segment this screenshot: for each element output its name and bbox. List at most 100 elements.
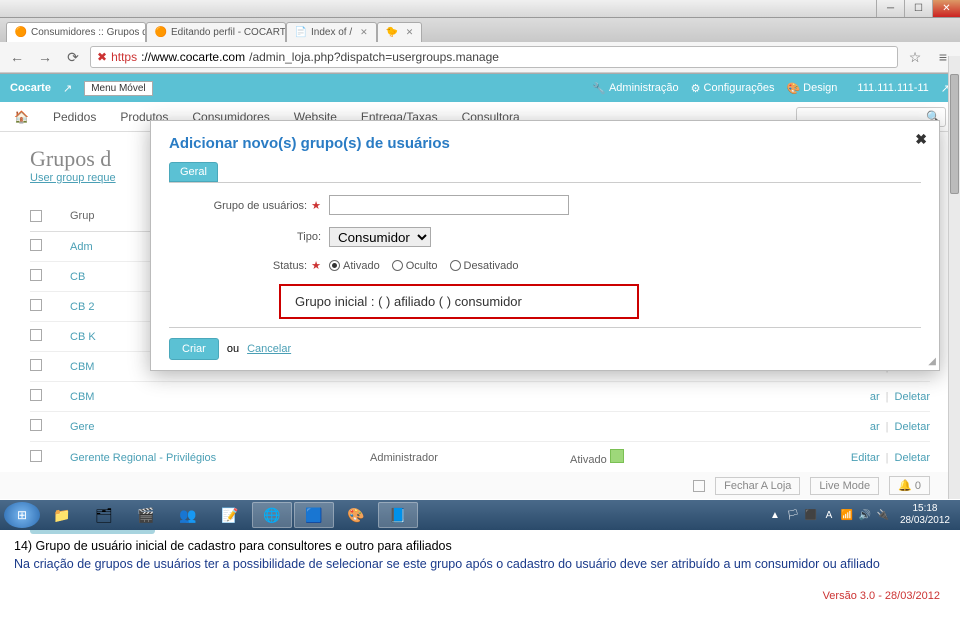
radio-icon bbox=[392, 260, 403, 271]
row-actions: Editar|Deletar bbox=[851, 452, 930, 464]
task-folder-icon[interactable]: 🗂 bbox=[84, 502, 124, 528]
notifications-button[interactable]: 🔔0 bbox=[889, 476, 930, 495]
favicon-icon: 📄 bbox=[295, 27, 307, 39]
admin-link[interactable]: 🔧Administração bbox=[592, 82, 678, 95]
delete-link[interactable]: Deletar bbox=[895, 391, 930, 403]
task-note-icon[interactable]: 📝 bbox=[210, 502, 250, 528]
row-checkbox[interactable] bbox=[30, 419, 42, 431]
favicon-icon: 🟠 bbox=[15, 27, 27, 39]
or-text: ou bbox=[227, 343, 239, 355]
maximize-button[interactable]: ☐ bbox=[904, 0, 932, 17]
task-media-icon[interactable]: 🎬 bbox=[126, 502, 166, 528]
gear-icon: ⚙ bbox=[691, 82, 701, 95]
menu-movel-button[interactable]: Menu Móvel bbox=[84, 81, 152, 96]
tray-up-icon[interactable]: ▲ bbox=[768, 508, 782, 522]
live-mode-button[interactable]: Live Mode bbox=[810, 477, 879, 495]
task-word-icon[interactable]: 📘 bbox=[378, 502, 418, 528]
home-icon[interactable]: 🏠 bbox=[14, 110, 29, 124]
tray-power-icon[interactable]: 🔌 bbox=[876, 508, 890, 522]
ssl-indicator-icon: ✖ bbox=[97, 50, 107, 64]
design-link[interactable]: 🎨Design bbox=[786, 82, 837, 95]
reload-button[interactable]: ⟳ bbox=[62, 46, 84, 68]
edit-link[interactable]: Editar bbox=[851, 452, 880, 464]
row-group-link[interactable]: Gerente Regional - Privilégios bbox=[70, 452, 216, 464]
address-bar[interactable]: ✖ https://www.cocarte.com/admin_loja.php… bbox=[90, 46, 898, 68]
external-link-icon[interactable]: ↗ bbox=[63, 82, 72, 95]
start-button[interactable]: ⊞ bbox=[4, 502, 40, 528]
row-checkbox[interactable] bbox=[30, 450, 42, 462]
status-badge[interactable] bbox=[610, 449, 624, 463]
radio-desativado[interactable]: Desativado bbox=[450, 260, 519, 272]
table-row: Gere ar|Deletar bbox=[30, 412, 930, 442]
close-modal-button[interactable]: ✖ bbox=[915, 131, 927, 148]
row-status: Ativado bbox=[570, 449, 770, 466]
delete-link[interactable]: Deletar bbox=[895, 421, 930, 433]
row-group-link[interactable]: CBM bbox=[70, 391, 94, 403]
footer-checkbox[interactable] bbox=[693, 480, 705, 492]
row-checkbox[interactable] bbox=[30, 329, 42, 341]
task-paint-icon[interactable]: 🎨 bbox=[336, 502, 376, 528]
table-row: Gerente Regional - Privilégios Administra… bbox=[30, 442, 930, 474]
tray-shield-icon[interactable]: ⬛ bbox=[804, 508, 818, 522]
tab-geral[interactable]: Geral bbox=[169, 162, 218, 182]
tray-flag-icon[interactable]: 🏳 bbox=[786, 508, 800, 522]
tab-title: Editando perfil - COCARTE bbox=[171, 27, 286, 38]
task-users-icon[interactable]: 👥 bbox=[168, 502, 208, 528]
scroll-thumb[interactable] bbox=[950, 74, 959, 194]
task-explorer-icon[interactable]: 📁 bbox=[42, 502, 82, 528]
minimize-button[interactable]: ─ bbox=[876, 0, 904, 17]
browser-tab-3[interactable]: 🐤 ✕ bbox=[377, 22, 423, 42]
create-button[interactable]: Criar bbox=[169, 338, 219, 360]
close-store-button[interactable]: Fechar A Loja bbox=[715, 477, 800, 495]
row-actions: ar|Deletar bbox=[870, 391, 930, 403]
resize-handle-icon[interactable]: ◢ bbox=[928, 356, 936, 367]
tray-a-icon[interactable]: A bbox=[822, 508, 836, 522]
brand-logo[interactable]: Cocarte bbox=[10, 82, 51, 94]
edit-link[interactable]: ar bbox=[870, 391, 880, 403]
task-chrome-icon[interactable]: 🌐 bbox=[252, 502, 292, 528]
tray-network-icon[interactable]: 📶 bbox=[840, 508, 854, 522]
cancel-link[interactable]: Cancelar bbox=[247, 343, 291, 355]
row-checkbox[interactable] bbox=[30, 269, 42, 281]
version-text: Versão 3.0 - 28/03/2012 bbox=[823, 590, 940, 602]
close-tab-icon[interactable]: ✕ bbox=[360, 27, 368, 38]
close-tab-icon[interactable]: ✕ bbox=[406, 27, 414, 38]
row-group-link[interactable]: CB K bbox=[70, 331, 96, 343]
select-all-checkbox[interactable] bbox=[30, 210, 42, 222]
grupo-input[interactable] bbox=[329, 195, 569, 215]
forward-button[interactable]: → bbox=[34, 46, 56, 68]
row-tipo: Administrador bbox=[370, 452, 570, 464]
document-annotation: 14) Grupo de usuário inicial de cadastro… bbox=[14, 538, 946, 573]
task-skype-icon[interactable]: 🟦 bbox=[294, 502, 334, 528]
browser-tab-1[interactable]: 🟠 Editando perfil - COCARTE ✕ bbox=[146, 22, 286, 42]
taskbar-clock[interactable]: 15:18 28/03/2012 bbox=[894, 503, 956, 527]
footer-bar: Fechar A Loja Live Mode 🔔0 bbox=[0, 472, 960, 499]
row-checkbox[interactable] bbox=[30, 239, 42, 251]
vertical-scrollbar[interactable] bbox=[948, 56, 960, 499]
row-group-link[interactable]: CB bbox=[70, 271, 85, 283]
config-link[interactable]: ⚙Configurações bbox=[691, 82, 775, 95]
delete-link[interactable]: Deletar bbox=[895, 452, 930, 464]
table-row: CBM ar|Deletar bbox=[30, 382, 930, 412]
tray-volume-icon[interactable]: 🔊 bbox=[858, 508, 872, 522]
row-group-link[interactable]: Adm bbox=[70, 241, 93, 253]
radio-oculto[interactable]: Oculto bbox=[392, 260, 438, 272]
row-checkbox[interactable] bbox=[30, 359, 42, 371]
bookmark-icon[interactable]: ☆ bbox=[904, 46, 926, 68]
row-group-link[interactable]: CBM bbox=[70, 361, 94, 373]
edit-link[interactable]: ar bbox=[870, 421, 880, 433]
row-actions: ar|Deletar bbox=[870, 421, 930, 433]
browser-tab-2[interactable]: 📄 Index of / ✕ bbox=[286, 22, 377, 42]
browser-tab-0[interactable]: 🟠 Consumidores :: Grupos de ✕ bbox=[6, 22, 146, 42]
radio-ativado[interactable]: Ativado bbox=[329, 260, 380, 272]
row-group-link[interactable]: Gere bbox=[70, 421, 94, 433]
back-button[interactable]: ← bbox=[6, 46, 28, 68]
row-checkbox[interactable] bbox=[30, 299, 42, 311]
nav-pedidos[interactable]: Pedidos bbox=[53, 110, 96, 124]
tipo-select[interactable]: Consumidor bbox=[329, 227, 431, 247]
row-checkbox[interactable] bbox=[30, 389, 42, 401]
row-group-link[interactable]: CB 2 bbox=[70, 301, 94, 313]
palette-icon: 🎨 bbox=[786, 82, 800, 95]
close-window-button[interactable]: ✕ bbox=[932, 0, 960, 17]
bell-icon: 🔔 bbox=[898, 479, 912, 492]
